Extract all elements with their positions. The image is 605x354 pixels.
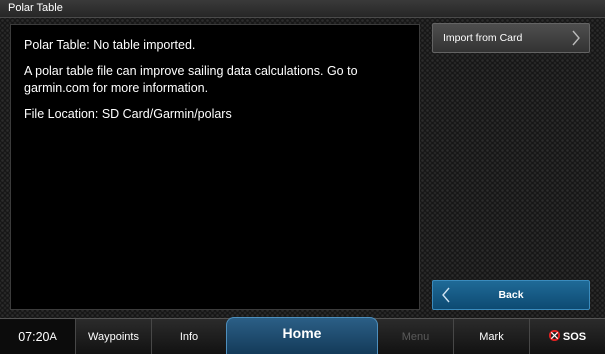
info-panel: Polar Table: No table imported. A polar … <box>10 24 420 310</box>
waypoints-button[interactable]: Waypoints <box>75 319 151 354</box>
back-button[interactable]: Back <box>432 280 590 310</box>
home-button[interactable]: Home <box>226 317 378 354</box>
waypoints-label: Waypoints <box>88 331 139 343</box>
status-text: Polar Table: No table imported. <box>24 38 196 52</box>
info-label: Info <box>179 331 199 343</box>
lifebuoy-icon <box>548 329 560 344</box>
back-button-label: Back <box>498 289 524 301</box>
bottom-bar: 07:20 A Waypoints Info Home Menu Mark SOS <box>0 317 605 354</box>
title-bar: Polar Table <box>0 0 605 18</box>
chevron-right-icon <box>571 30 581 51</box>
sos-label: SOS <box>562 331 587 343</box>
clock: 07:20 A <box>0 319 75 354</box>
clock-time: 07:20 <box>18 330 50 344</box>
clock-ampm: A <box>49 331 57 343</box>
sos-button[interactable]: SOS <box>529 319 605 354</box>
home-label: Home <box>282 325 322 341</box>
import-button-label: Import from Card <box>443 32 523 44</box>
menu-button[interactable]: Menu <box>378 319 453 354</box>
content-area: Polar Table: No table imported. A polar … <box>0 18 605 318</box>
window-title: Polar Table <box>8 2 63 14</box>
import-from-card-button[interactable]: Import from Card <box>432 23 590 53</box>
file-location-text: File Location: SD Card/Garmin/polars <box>24 107 232 121</box>
info-button[interactable]: Info <box>151 319 226 354</box>
menu-label: Menu <box>401 331 430 343</box>
description-text: A polar table file can improve sailing d… <box>24 64 358 95</box>
mark-button[interactable]: Mark <box>453 319 529 354</box>
mark-label: Mark <box>479 331 504 343</box>
